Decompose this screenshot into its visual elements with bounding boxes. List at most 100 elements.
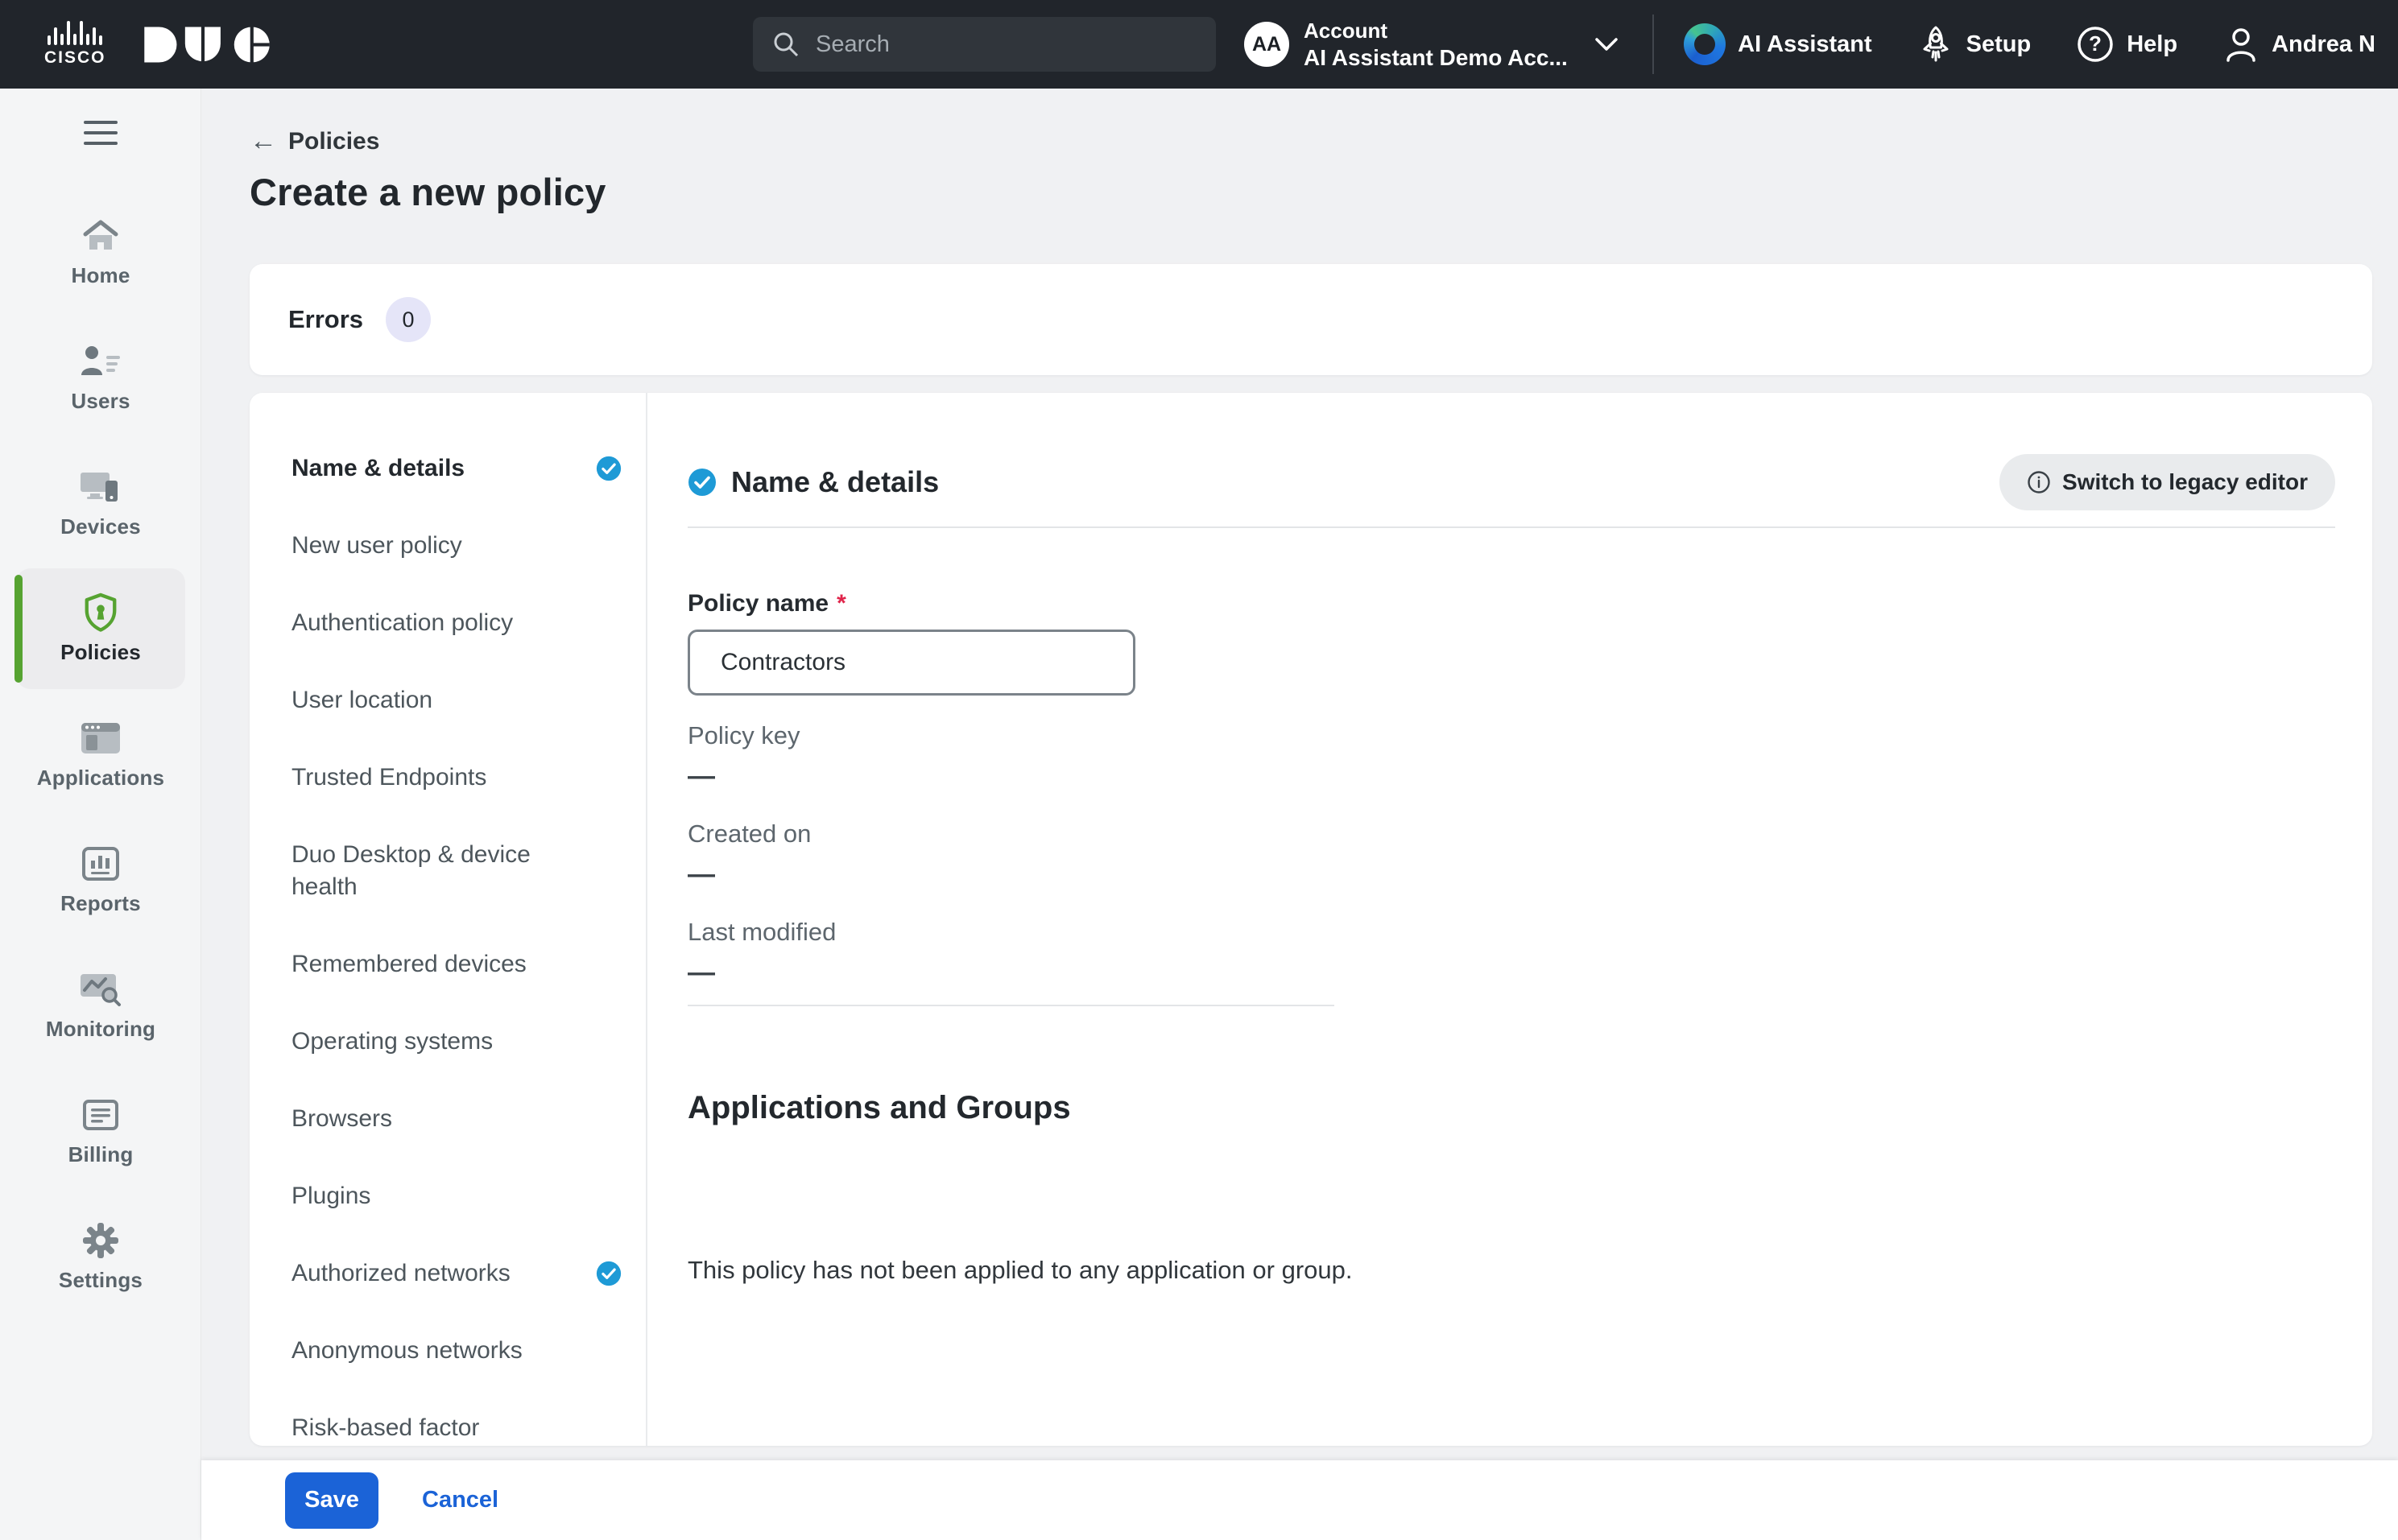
info-icon — [2027, 470, 2051, 494]
policy-nav-label: Plugins — [291, 1180, 370, 1212]
cancel-button[interactable]: Cancel — [422, 1487, 498, 1513]
policy-nav-item[interactable]: New user policy — [291, 530, 622, 562]
errors-panel[interactable]: Errors 0 — [250, 264, 2372, 375]
readonly-field: Policy key — — [688, 720, 2335, 794]
errors-label: Errors — [288, 305, 363, 334]
section-check-icon — [688, 468, 717, 497]
sidebar-item-label: Home — [71, 263, 130, 288]
readonly-field-label: Created on — [688, 818, 2335, 850]
monitoring-icon — [79, 970, 122, 1009]
sidebar-item-label: Policies — [60, 640, 141, 665]
save-button[interactable]: Save — [285, 1472, 378, 1529]
duo-logo-icon — [143, 26, 274, 64]
cisco-logo-icon: CISCO — [44, 21, 106, 68]
check-icon — [596, 456, 622, 481]
action-footer: Save Cancel — [201, 1460, 2398, 1540]
applications-icon — [80, 719, 122, 758]
ai-assistant-icon — [1684, 23, 1726, 65]
policy-nav-label: Duo Desktop & device health — [291, 839, 565, 903]
policy-name-label: Policy name* — [688, 588, 2335, 620]
account-switcher[interactable]: AA Account AI Assistant Demo Acc... — [1244, 0, 1621, 89]
sidebar: Home Users Devices Policies Applications… — [0, 89, 201, 1540]
policy-editor-card: Name & details New user policy Authentic… — [250, 393, 2372, 1446]
policy-nav-item[interactable]: Trusted Endpoints — [291, 762, 622, 794]
user-icon — [2222, 25, 2259, 64]
readonly-field-value: — — [688, 857, 2335, 892]
policy-nav-label: Operating systems — [291, 1026, 493, 1058]
policy-nav-item[interactable]: Risk-based factor selection — [291, 1412, 622, 1446]
sidebar-nav: Home Users Devices Policies Applications… — [0, 192, 201, 1317]
policy-nav-item[interactable]: Browsers — [291, 1103, 622, 1135]
sidebar-item-policies[interactable]: Policies — [16, 568, 185, 689]
sidebar-item-label: Reports — [60, 891, 141, 916]
policy-nav-label: Anonymous networks — [291, 1335, 523, 1367]
policy-nav-item[interactable]: Plugins — [291, 1180, 622, 1212]
policy-nav-item[interactable]: Remembered devices — [291, 948, 622, 981]
cisco-bars-icon — [48, 21, 102, 45]
sidebar-item-label: Billing — [68, 1142, 134, 1167]
policy-nav-item[interactable]: Operating systems — [291, 1026, 622, 1058]
search-input[interactable] — [816, 31, 1170, 58]
applications-groups-title: Applications and Groups — [688, 1087, 2335, 1129]
sidebar-item-label: Users — [71, 389, 130, 414]
ai-assistant-button[interactable]: AI Assistant — [1684, 23, 1872, 65]
sidebar-item-billing[interactable]: Billing — [16, 1071, 185, 1191]
billing-icon — [81, 1096, 120, 1134]
reports-icon — [81, 844, 120, 883]
user-menu-button[interactable]: Andrea N — [2222, 25, 2375, 64]
setup-button[interactable]: Setup — [1917, 24, 2032, 64]
sidebar-item-settings[interactable]: Settings — [16, 1196, 185, 1317]
breadcrumb-back-link[interactable]: ← Policies — [250, 126, 379, 157]
sidebar-item-users[interactable]: Users — [16, 317, 185, 438]
help-label: Help — [2127, 31, 2177, 58]
applications-groups-empty-text: This policy has not been applied to any … — [688, 1254, 2335, 1286]
ai-assistant-label: AI Assistant — [1738, 31, 1872, 58]
help-button[interactable]: ? Help — [2076, 25, 2177, 64]
policy-nav-item[interactable]: Authentication policy — [291, 607, 622, 639]
sidebar-item-reports[interactable]: Reports — [16, 820, 185, 940]
cisco-wordmark: CISCO — [44, 48, 106, 68]
rocket-icon — [1917, 24, 1954, 64]
search-icon — [772, 31, 800, 58]
svg-text:?: ? — [2089, 31, 2102, 56]
check-icon — [596, 1261, 622, 1286]
readonly-field-label: Policy key — [688, 720, 2335, 752]
readonly-fields: Policy key — Created on — Last modified … — [688, 720, 2335, 990]
policy-nav-label: User location — [291, 684, 432, 716]
sidebar-item-label: Settings — [59, 1268, 143, 1293]
applications-divider — [688, 1005, 1334, 1006]
policy-nav-item[interactable]: User location — [291, 684, 622, 716]
readonly-field: Last modified — — [688, 916, 2335, 990]
account-label: Account — [1304, 17, 1568, 44]
sidebar-item-applications[interactable]: Applications — [16, 694, 185, 815]
sidebar-item-monitoring[interactable]: Monitoring — [16, 945, 185, 1066]
policy-name-input[interactable] — [688, 630, 1135, 696]
errors-count-badge: 0 — [386, 297, 431, 342]
sidebar-item-home[interactable]: Home — [16, 192, 185, 312]
account-name: AI Assistant Demo Acc... — [1304, 44, 1568, 72]
user-name-label: Andrea N — [2272, 31, 2375, 58]
sidebar-item-label: Applications — [37, 766, 164, 791]
menu-icon[interactable] — [84, 121, 118, 145]
policy-nav-label: Trusted Endpoints — [291, 762, 486, 794]
policy-section-content: Name & details Switch to legacy editor P… — [647, 393, 2372, 1446]
policy-nav-item[interactable]: Anonymous networks — [291, 1335, 622, 1367]
section-divider — [688, 526, 2335, 528]
gear-icon — [81, 1221, 120, 1260]
topbar-divider — [1652, 14, 1654, 74]
main-content: ← Policies Create a new policy Errors 0 … — [201, 89, 2398, 1460]
setup-label: Setup — [1966, 31, 2032, 58]
sidebar-item-devices[interactable]: Devices — [16, 443, 185, 564]
policy-nav-label: Name & details — [291, 452, 465, 485]
switch-legacy-editor-button[interactable]: Switch to legacy editor — [1999, 454, 2335, 510]
help-icon: ? — [2076, 25, 2115, 64]
account-avatar: AA — [1244, 22, 1289, 67]
policy-nav-item[interactable]: Duo Desktop & device health — [291, 839, 622, 903]
search-bar[interactable] — [753, 17, 1216, 72]
brand: CISCO — [44, 0, 274, 89]
topbar: CISCO AA Account AI Assistant Demo Acc..… — [0, 0, 2398, 89]
policy-nav-item[interactable]: Authorized networks — [291, 1257, 622, 1290]
policy-nav-item[interactable]: Name & details — [291, 452, 622, 485]
required-asterisk: * — [837, 588, 846, 620]
policy-nav-label: Authorized networks — [291, 1257, 511, 1290]
